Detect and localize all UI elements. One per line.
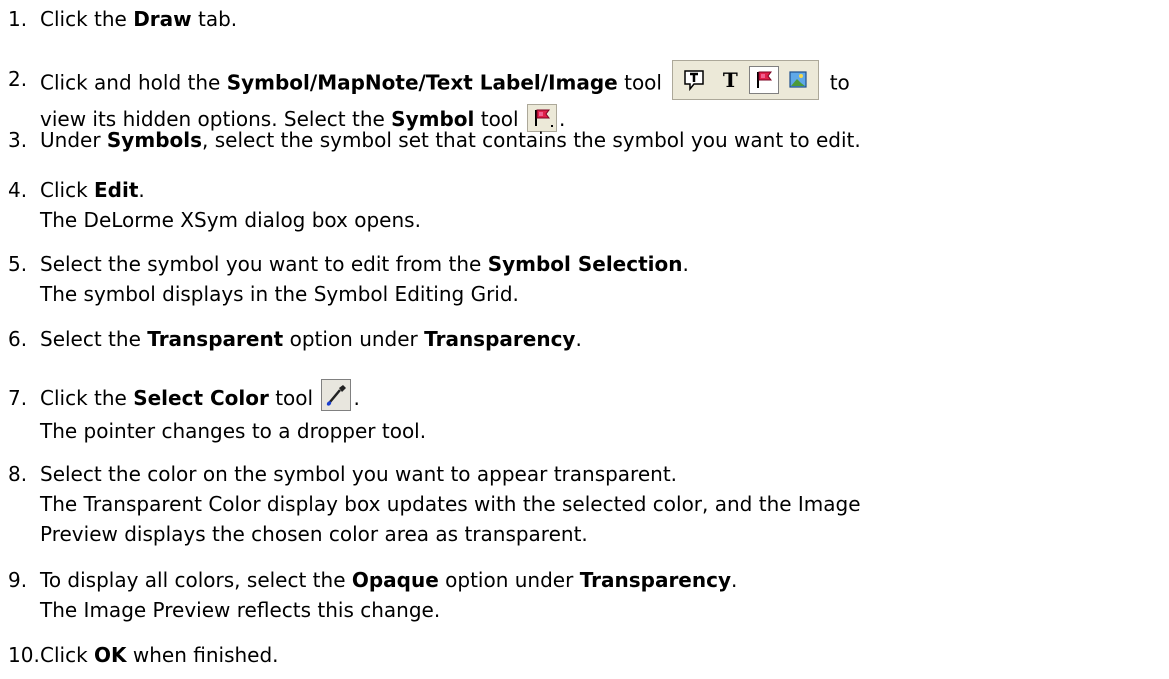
step-text-run: The Image Preview reflects this change. (40, 598, 441, 622)
step-text: Click the Select Color tool . The pointer… (40, 378, 1165, 446)
ui-term: Draw (133, 7, 192, 31)
step-10: 10. Click OK when finished. (0, 640, 1169, 670)
step-text-run: Click (40, 178, 95, 202)
step-3: 3. Under Symbols, select the symbol set t… (0, 125, 1169, 155)
step-number: 10. (8, 643, 40, 667)
step-text: Select the Transparent option under Tran… (40, 324, 1165, 354)
step-line: To display all colors, select the Opaque… (40, 565, 1165, 595)
step-number: 7. (8, 386, 28, 410)
step-text-run: tab. (191, 7, 238, 31)
step-line: The pointer changes to a dropper tool. (40, 416, 1165, 446)
step-text-run: The pointer changes to a dropper tool. (40, 418, 427, 443)
step-line: Click Edit. (40, 175, 1165, 205)
step-1: 1. Click the Draw tab. (0, 4, 1169, 34)
symbol-flag-icon[interactable] (749, 66, 780, 94)
step-text: Click OK when finished. (40, 640, 1165, 670)
text-label-icon[interactable]: T (715, 66, 745, 94)
step-line: Click and hold the Symbol/MapNote/Text L… (40, 60, 1165, 104)
dropper-icon (327, 384, 347, 406)
ui-term: Symbol/MapNote/Text Label/Image (226, 70, 618, 95)
step-text-run: . (353, 386, 360, 410)
step-text-run: , select the symbol set that contains th… (202, 128, 861, 152)
step-line: The Image Preview reflects this change. (40, 595, 1165, 625)
step-line: Preview displays the chosen color area a… (40, 519, 1165, 549)
step-text-run: option under (438, 568, 580, 592)
step-text: Under Symbols, select the symbol set tha… (40, 125, 1165, 155)
mapnote-glyph (684, 70, 705, 92)
select-color-tool-button[interactable] (321, 378, 352, 411)
ui-term: Symbol Selection (487, 252, 683, 276)
ui-term: Transparency (579, 568, 732, 592)
step-text-run: Click and hold the (40, 70, 227, 95)
step-number: 3. (8, 128, 28, 152)
image-icon[interactable] (783, 66, 813, 94)
step-text-run: The symbol displays in the Symbol Editin… (40, 282, 519, 306)
step-line: The symbol displays in the Symbol Editin… (40, 279, 1165, 309)
step-text-run: . (138, 178, 145, 202)
ui-term: Transparency (424, 327, 576, 351)
step-text-run: tool (268, 386, 320, 410)
step-text: Select the symbol you want to edit from … (40, 249, 1165, 309)
ui-term: OK (94, 643, 127, 667)
step-number: 4. (8, 178, 28, 202)
ui-term: Symbols (106, 128, 203, 152)
step-number: 1. (8, 7, 28, 31)
step-text-run: . (575, 327, 582, 351)
step-6: 6. Select the Transparent option under Tr… (0, 324, 1169, 354)
step-line: The DeLorme XSym dialog box opens. (40, 205, 1165, 235)
step-text-run: Under (40, 128, 107, 152)
step-text-run: Preview displays the chosen color area a… (40, 522, 588, 546)
step-text-run: Select the color on the symbol you want … (40, 462, 678, 486)
step-line: Select the Transparent option under Tran… (40, 324, 1165, 354)
ui-term: Edit (94, 178, 139, 202)
flag-glyph (757, 71, 773, 88)
step-text-run: Select the symbol you want to edit from … (40, 252, 488, 276)
step-text-run: option under (283, 327, 425, 351)
step-text-run: Click the (40, 7, 134, 31)
step-2: 2. Click and hold the Symbol/MapNote/Text… (0, 60, 1169, 132)
step-text-run: The DeLorme XSym dialog box opens. (40, 208, 421, 232)
step-8: 8. Select the color on the symbol you wan… (0, 459, 1169, 549)
step-number: 6. (8, 327, 28, 351)
step-number: 2. (8, 67, 28, 91)
step-line: Under Symbols, select the symbol set tha… (40, 125, 1165, 155)
image-glyph (789, 71, 807, 88)
symbol-mapnote-text-image-toolbar[interactable]: T (672, 60, 820, 100)
ui-term: Transparent (147, 327, 284, 351)
step-line: Click the Draw tab. (40, 4, 1165, 34)
step-number: 5. (8, 252, 28, 276)
ui-term: Opaque (351, 568, 439, 592)
text-label-glyph: T (722, 68, 738, 92)
step-number: 8. (8, 462, 28, 486)
step-number: 9. (8, 568, 28, 592)
step-text-run: Select the (40, 327, 148, 351)
step-line: Select the color on the symbol you want … (40, 459, 1165, 489)
ui-term: Select Color (133, 386, 269, 410)
step-text: Click Edit. The DeLorme XSym dialog box o… (40, 175, 1165, 235)
step-text-run: Click (40, 643, 95, 667)
step-text-run: To display all colors, select the (40, 568, 352, 592)
step-5: 5. Select the symbol you want to edit fro… (0, 249, 1169, 309)
step-text-run: . (682, 252, 689, 276)
step-line: Click the Select Color tool . (40, 378, 1165, 416)
step-text-run: Click the (40, 386, 134, 410)
step-text-run: . (731, 568, 738, 592)
step-text-run: The Transparent Color display box update… (40, 492, 861, 516)
step-line: Click OK when finished. (40, 640, 1165, 670)
step-line: The Transparent Color display box update… (40, 489, 1165, 519)
step-7: 7. Click the Select Color tool . The point… (0, 378, 1169, 446)
step-line: Select the symbol you want to edit from … (40, 249, 1165, 279)
step-text: Click and hold the Symbol/MapNote/Text L… (40, 60, 1165, 135)
step-text: To display all colors, select the Opaque… (40, 565, 1165, 625)
step-4: 4. Click Edit. The DeLorme XSym dialog box… (0, 175, 1169, 235)
mapnote-icon[interactable] (679, 66, 709, 94)
step-text: Click the Draw tab. (40, 4, 1165, 34)
step-9: 9. To display all colors, select the Opaq… (0, 565, 1169, 625)
step-text-run: tool (617, 70, 669, 95)
step-text-run: when finished. (126, 643, 279, 667)
step-text-run: to (823, 70, 850, 95)
step-text: Select the color on the symbol you want … (40, 459, 1165, 549)
